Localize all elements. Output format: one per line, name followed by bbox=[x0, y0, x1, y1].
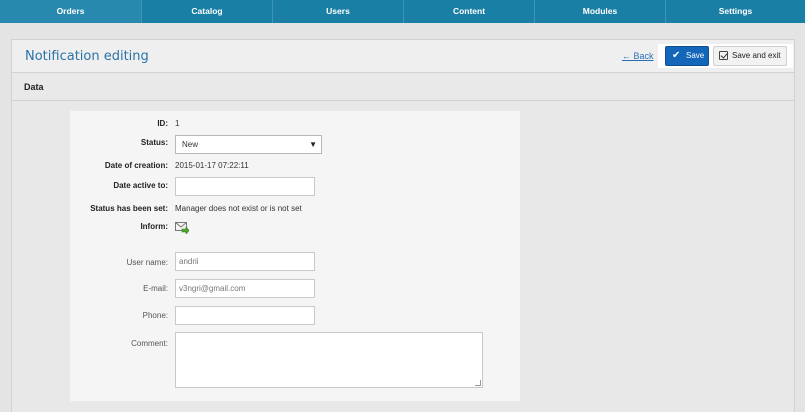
status-select[interactable]: New ▼ bbox=[175, 135, 322, 154]
section-title: Data bbox=[24, 82, 44, 92]
resize-handle-icon[interactable] bbox=[475, 380, 481, 386]
back-link[interactable]: ← Back bbox=[622, 51, 654, 61]
id-label: ID: bbox=[157, 119, 168, 128]
save-button[interactable]: ✔ Save bbox=[665, 46, 709, 66]
panel-header: Notification editing ← Back ✔ Save Save … bbox=[12, 40, 794, 73]
date-active-to-input[interactable] bbox=[175, 177, 315, 196]
date-created-label: Date of creation: bbox=[104, 161, 168, 170]
email-label: E-mail: bbox=[143, 284, 168, 293]
nav-users[interactable]: Users bbox=[273, 0, 404, 23]
nav-modules[interactable]: Modules bbox=[535, 0, 666, 23]
comment-label: Comment: bbox=[131, 339, 168, 348]
mail-send-icon[interactable] bbox=[175, 222, 190, 235]
action-buttons: ✔ Save Save and exit bbox=[658, 44, 793, 68]
save-and-exit-button[interactable]: Save and exit bbox=[713, 46, 787, 66]
nav-content[interactable]: Content bbox=[404, 0, 535, 23]
username-input[interactable]: andrii bbox=[175, 252, 315, 271]
date-created-value: 2015-01-17 07:22:11 bbox=[175, 161, 249, 170]
comment-textarea[interactable] bbox=[175, 332, 483, 388]
checkbox-icon bbox=[719, 51, 728, 60]
email-input[interactable]: v3ngri@gmail.com bbox=[175, 279, 315, 298]
chevron-down-icon: ▼ bbox=[309, 140, 317, 149]
status-set-by-value: Manager does not exist or is not set bbox=[175, 204, 302, 213]
checkmark-icon: ✔ bbox=[672, 50, 681, 61]
nav-settings[interactable]: Settings bbox=[666, 0, 805, 23]
phone-input[interactable] bbox=[175, 306, 315, 325]
inform-label: Inform: bbox=[140, 222, 168, 231]
notification-form: ID: 1 Status: New ▼ Date of creation: 20… bbox=[70, 111, 520, 401]
status-selected-value: New bbox=[182, 140, 199, 149]
username-label: User name: bbox=[126, 258, 168, 267]
date-active-to-label: Date active to: bbox=[113, 181, 168, 190]
status-label: Status: bbox=[140, 138, 168, 147]
nav-orders[interactable]: Orders bbox=[0, 0, 142, 23]
page-title: Notification editing bbox=[25, 49, 149, 64]
phone-label: Phone: bbox=[142, 311, 168, 320]
section-header: Data bbox=[12, 74, 794, 101]
save-button-label: Save bbox=[686, 51, 705, 60]
id-value: 1 bbox=[175, 119, 180, 128]
status-set-by-label: Status has been set: bbox=[90, 204, 168, 213]
save-and-exit-label: Save and exit bbox=[732, 51, 781, 60]
top-navigation: Orders Catalog Users Content Modules Set… bbox=[0, 0, 805, 23]
nav-catalog[interactable]: Catalog bbox=[142, 0, 273, 23]
